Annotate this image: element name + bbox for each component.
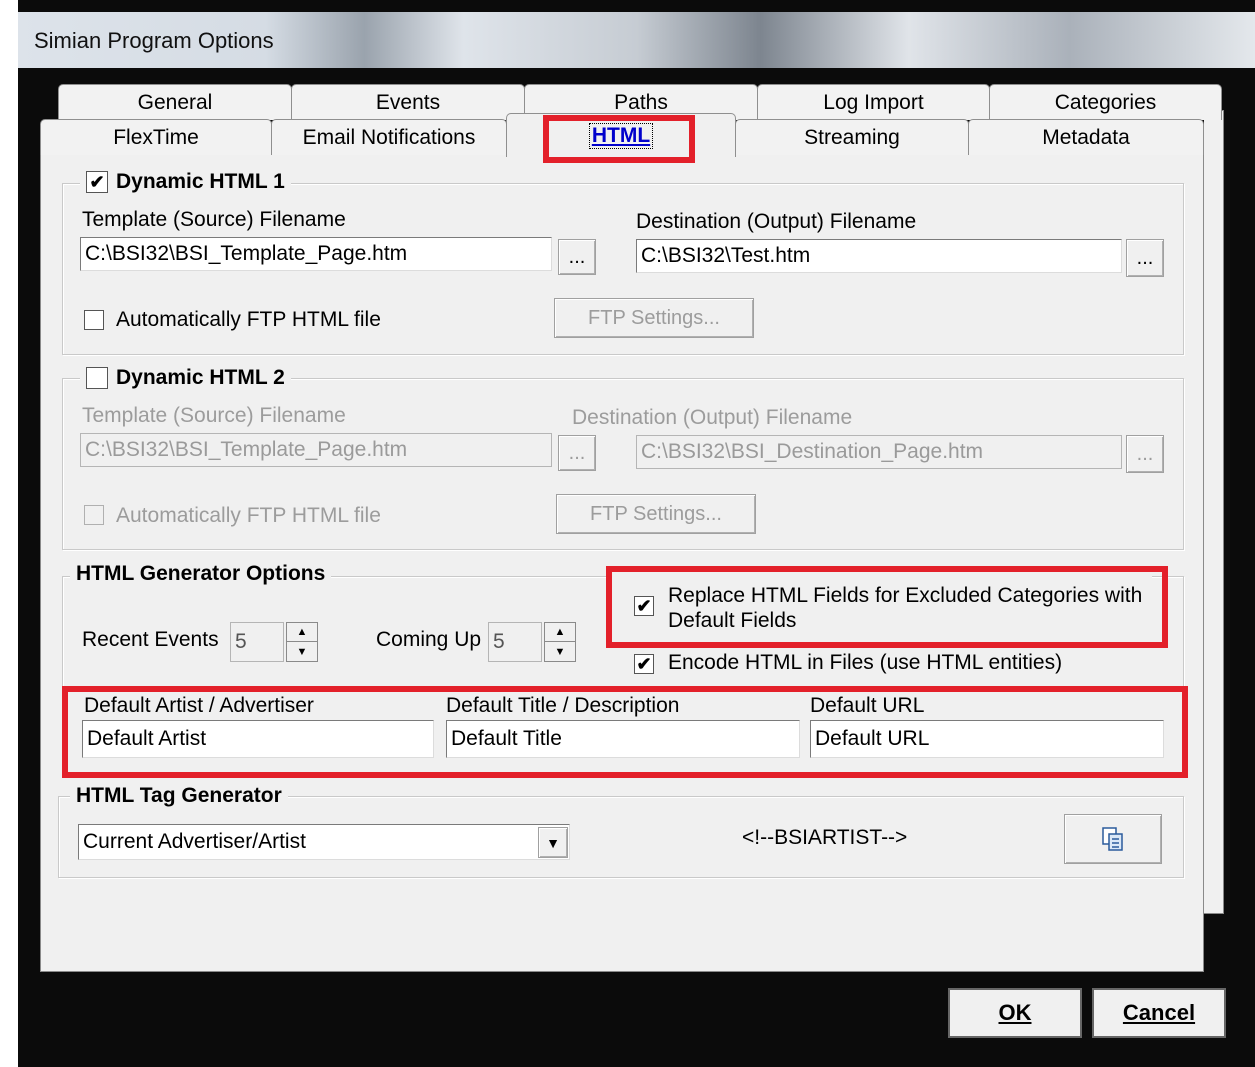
spinner-up-icon[interactable]: ▲: [545, 623, 575, 642]
dynamic-html-2-checkbox[interactable]: [86, 367, 108, 389]
ftp-settings-1-button[interactable]: FTP Settings...: [554, 298, 754, 338]
tab-streaming[interactable]: Streaming: [735, 119, 969, 155]
encode-html-label: Encode HTML in Files (use HTML entities): [668, 651, 1063, 674]
recent-events-spinner[interactable]: ▲ ▼: [286, 622, 318, 662]
tab-general[interactable]: General: [58, 84, 292, 120]
destination-filename-input[interactable]: C:\BSI32\Test.htm: [636, 239, 1122, 273]
destination-browse-2-button[interactable]: ...: [1126, 435, 1164, 473]
recent-events-input[interactable]: 5: [230, 622, 284, 662]
dynamic-html-2-legend: Dynamic HTML 2: [80, 366, 291, 390]
destination-filename-2-label: Destination (Output) Filename: [572, 406, 853, 429]
tag-type-selected: Current Advertiser/Artist: [83, 830, 306, 853]
destination-browse-button[interactable]: ...: [1126, 239, 1164, 277]
spinner-down-icon[interactable]: ▼: [545, 642, 575, 661]
template-browse-2-button[interactable]: ...: [558, 435, 596, 471]
tab-flextime[interactable]: FlexTime: [40, 119, 272, 155]
ok-button[interactable]: OK: [948, 988, 1082, 1038]
chevron-down-icon[interactable]: ▼: [538, 827, 568, 858]
auto-ftp-1-label: Automatically FTP HTML file: [116, 308, 381, 331]
coming-up-label: Coming Up: [376, 628, 482, 651]
dynamic-html-1-legend: ✔ Dynamic HTML 1: [80, 170, 291, 194]
copy-icon: [1102, 827, 1123, 851]
coming-up-input[interactable]: 5: [488, 622, 542, 662]
auto-ftp-1-checkbox[interactable]: [84, 310, 104, 330]
tag-generator-title: HTML Tag Generator: [70, 784, 288, 808]
template-filename-input[interactable]: C:\BSI32\BSI_Template_Page.htm: [80, 237, 552, 271]
auto-ftp-2-checkbox[interactable]: [84, 505, 104, 525]
ftp-settings-2-button[interactable]: FTP Settings...: [556, 494, 756, 534]
recent-events-label: Recent Events: [82, 628, 219, 651]
tab-email-notifications[interactable]: Email Notifications: [271, 119, 507, 155]
spinner-down-icon[interactable]: ▼: [287, 642, 317, 661]
tag-text: <!--BSIARTIST-->: [742, 826, 908, 849]
encode-html-checkbox[interactable]: ✔: [634, 654, 654, 674]
template-filename-2-input[interactable]: C:\BSI32\BSI_Template_Page.htm: [80, 433, 552, 467]
template-browse-button[interactable]: ...: [558, 239, 596, 275]
spinner-up-icon[interactable]: ▲: [287, 623, 317, 642]
coming-up-spinner[interactable]: ▲ ▼: [544, 622, 576, 662]
cancel-button[interactable]: Cancel: [1092, 988, 1226, 1038]
html-tab-highlight: [543, 115, 695, 163]
dynamic-html-1-checkbox[interactable]: ✔: [86, 171, 108, 193]
replace-fields-highlight: [606, 566, 1168, 648]
window-title: Simian Program Options: [34, 28, 274, 53]
destination-filename-label: Destination (Output) Filename: [636, 210, 917, 233]
tab-log-import[interactable]: Log Import: [757, 84, 990, 120]
template-filename-2-label: Template (Source) Filename: [82, 404, 346, 427]
tab-frame-edge: [1204, 110, 1224, 914]
dynamic-html-2-title: Dynamic HTML 2: [116, 366, 285, 389]
auto-ftp-2-label: Automatically FTP HTML file: [116, 504, 381, 527]
dynamic-html-1-title: Dynamic HTML 1: [116, 170, 285, 193]
tab-metadata[interactable]: Metadata: [968, 119, 1204, 155]
default-fields-highlight: [62, 686, 1188, 778]
copy-tag-button[interactable]: [1064, 814, 1162, 864]
tag-type-select[interactable]: Current Advertiser/Artist: [78, 824, 570, 860]
destination-filename-2-input[interactable]: C:\BSI32\BSI_Destination_Page.htm: [636, 435, 1122, 469]
template-filename-label: Template (Source) Filename: [82, 208, 346, 231]
window-left-edge: [0, 0, 18, 1067]
tab-categories[interactable]: Categories: [989, 84, 1222, 120]
tab-events[interactable]: Events: [291, 84, 525, 120]
generator-options-title: HTML Generator Options: [70, 562, 332, 586]
